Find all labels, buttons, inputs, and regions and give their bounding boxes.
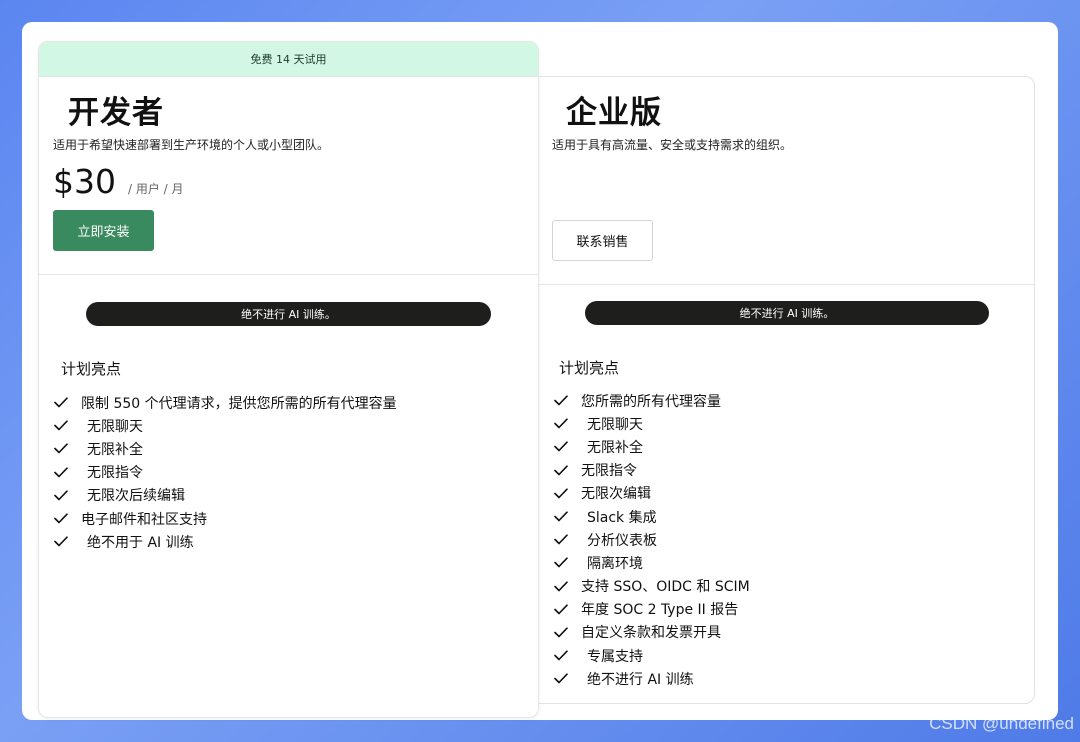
- feature-item: 隔离环境: [554, 551, 750, 574]
- developer-plan-card: 免费 14 天试用 开发者 适用于希望快速部署到生产环境的个人或小型团队。 $3…: [38, 41, 539, 718]
- enterprise-highlights-title: 计划亮点: [559, 359, 620, 377]
- feature-label: Slack 集成: [587, 509, 657, 526]
- developer-no-ai-training-badge: 绝不进行 AI 训练。: [86, 302, 491, 326]
- enterprise-plan-description: 适用于具有高流量、安全或支持需求的组织。: [552, 138, 793, 152]
- feature-item: 无限聊天: [54, 414, 397, 437]
- feature-item: 电子邮件和社区支持: [54, 507, 397, 530]
- feature-item: 无限次编辑: [554, 482, 750, 505]
- enterprise-plan-title: 企业版: [566, 95, 662, 131]
- feature-label: 自定义条款和发票开具: [581, 625, 721, 642]
- feature-item: 您所需的所有代理容量: [554, 389, 750, 412]
- feature-item: 专属支持: [554, 644, 750, 667]
- feature-item: 绝不用于 AI 训练: [54, 530, 397, 553]
- developer-plan-description: 适用于希望快速部署到生产环境的个人或小型团队。: [53, 138, 330, 152]
- feature-label: 无限聊天: [587, 416, 643, 433]
- feature-label: 专属支持: [587, 648, 643, 665]
- feature-item: 限制 550 个代理请求，提供您所需的所有代理容量: [54, 391, 397, 414]
- feature-label: 无限次后续编辑: [87, 488, 185, 505]
- developer-feature-list: 限制 550 个代理请求，提供您所需的所有代理容量无限聊天无限补全无限指令无限次…: [54, 391, 397, 553]
- check-icon: [554, 649, 572, 663]
- check-icon: [554, 440, 572, 454]
- feature-item: 年度 SOC 2 Type II 报告: [554, 598, 750, 621]
- check-icon: [54, 419, 72, 433]
- feature-label: 绝不进行 AI 训练: [587, 671, 694, 688]
- feature-label: 无限聊天: [87, 418, 143, 435]
- feature-label: 无限补全: [87, 441, 143, 458]
- check-icon: [554, 417, 572, 431]
- feature-item: 自定义条款和发票开具: [554, 621, 750, 644]
- install-now-button[interactable]: 立即安装: [53, 210, 154, 251]
- check-icon: [554, 672, 572, 686]
- developer-plan-title: 开发者: [68, 95, 164, 131]
- developer-highlights-title: 计划亮点: [61, 360, 122, 378]
- enterprise-feature-list: 您所需的所有代理容量无限聊天无限补全无限指令无限次编辑 Slack 集成 分析仪表板…: [554, 389, 750, 690]
- check-icon: [54, 396, 72, 410]
- enterprise-divider: [528, 284, 1034, 285]
- check-icon: [554, 463, 572, 477]
- feature-item: 无限补全: [54, 437, 397, 460]
- check-icon: [54, 442, 72, 456]
- feature-label: 无限补全: [587, 439, 643, 456]
- feature-item: 绝不进行 AI 训练: [554, 667, 750, 690]
- feature-label: 电子邮件和社区支持: [81, 511, 207, 528]
- contact-sales-button[interactable]: 联系销售: [552, 220, 653, 261]
- check-icon: [554, 533, 572, 547]
- feature-item: 支持 SSO、OIDC 和 SCIM: [554, 575, 750, 598]
- check-icon: [54, 488, 72, 502]
- free-trial-banner: 免费 14 天试用: [39, 42, 538, 77]
- feature-item: 无限次后续编辑: [54, 484, 397, 507]
- check-icon: [54, 512, 72, 526]
- check-icon: [554, 394, 572, 408]
- developer-price: $30: [53, 162, 116, 201]
- feature-label: 无限指令: [87, 465, 143, 482]
- feature-label: 支持 SSO、OIDC 和 SCIM: [581, 579, 750, 596]
- feature-item: 无限补全: [554, 435, 750, 458]
- check-icon: [554, 625, 572, 639]
- feature-item: Slack 集成: [554, 505, 750, 528]
- feature-item: 无限指令: [54, 461, 397, 484]
- feature-label: 绝不用于 AI 训练: [87, 534, 194, 551]
- check-icon: [554, 486, 572, 500]
- check-icon: [554, 556, 572, 570]
- check-icon: [554, 602, 572, 616]
- feature-label: 您所需的所有代理容量: [581, 393, 721, 410]
- feature-label: 无限次编辑: [581, 486, 651, 503]
- check-icon: [554, 510, 572, 524]
- feature-label: 分析仪表板: [587, 532, 657, 549]
- check-icon: [54, 535, 72, 549]
- watermark: CSDN @undefined: [929, 714, 1074, 733]
- developer-divider: [39, 274, 538, 275]
- feature-label: 无限指令: [581, 463, 637, 480]
- feature-label: 隔离环境: [587, 555, 643, 572]
- feature-label: 限制 550 个代理请求，提供您所需的所有代理容量: [81, 395, 397, 412]
- feature-item: 无限指令: [554, 459, 750, 482]
- developer-price-unit: / 用户 / 月: [128, 182, 184, 196]
- check-icon: [54, 465, 72, 479]
- feature-item: 无限聊天: [554, 412, 750, 435]
- enterprise-no-ai-training-badge: 绝不进行 AI 训练。: [585, 301, 989, 325]
- feature-label: 年度 SOC 2 Type II 报告: [581, 602, 739, 619]
- check-icon: [554, 579, 572, 593]
- feature-item: 分析仪表板: [554, 528, 750, 551]
- developer-price-row: $30 / 用户 / 月: [53, 162, 184, 201]
- enterprise-plan-card: 企业版 适用于具有高流量、安全或支持需求的组织。 联系销售 绝不进行 AI 训练…: [527, 76, 1035, 704]
